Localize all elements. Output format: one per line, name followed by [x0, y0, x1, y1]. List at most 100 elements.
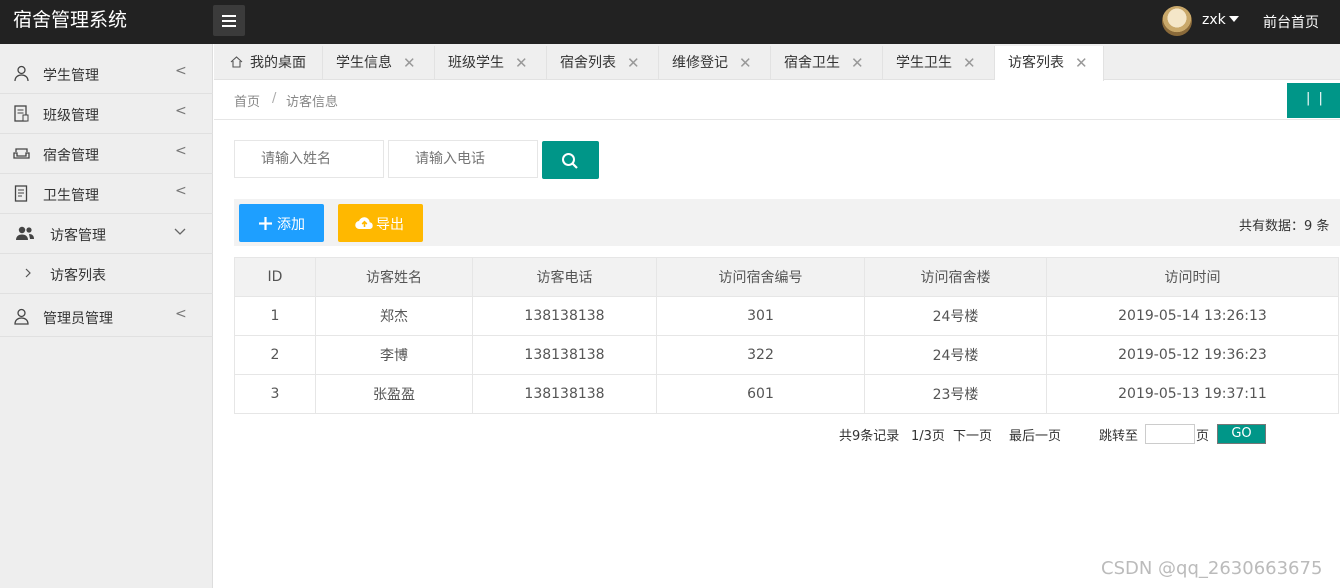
- chevron-left-icon: <: [175, 143, 187, 159]
- tab-label: 访客列表: [1008, 55, 1064, 71]
- column-header: ID: [234, 257, 316, 297]
- pager-page-unit: 页: [1196, 429, 1210, 444]
- visitor-table: ID 访客姓名 访客电话 访问宿舍编号 访问宿舍楼 访问时间 1 郑杰 1381…: [234, 257, 1339, 414]
- column-header: 访问宿舍楼: [864, 257, 1047, 297]
- table-cell: 2019-05-14 13:26:13: [1046, 296, 1339, 336]
- users-icon: [16, 226, 34, 240]
- table-row[interactable]: 3 张盈盈 138138138 601 23号楼 2019-05-13 19:3…: [234, 374, 1339, 414]
- search-button[interactable]: [542, 141, 599, 179]
- tab-label: 宿舍卫生: [784, 55, 840, 71]
- sidebar-item-hygiene[interactable]: 卫生管理 <: [0, 174, 213, 214]
- close-icon[interactable]: ✕: [739, 46, 752, 80]
- sidebar-item-dorm[interactable]: 宿舍管理 <: [0, 134, 213, 174]
- hamburger-icon: [222, 15, 236, 17]
- table-cell: 601: [656, 374, 865, 414]
- avatar[interactable]: [1162, 6, 1192, 36]
- table-row[interactable]: 1 郑杰 138138138 301 24号楼 2019-05-14 13:26…: [234, 296, 1339, 336]
- document-icon: [14, 105, 29, 122]
- sidebar-item-student[interactable]: 学生管理 <: [0, 54, 213, 94]
- tab-label: 班级学生: [448, 55, 504, 71]
- close-icon[interactable]: ✕: [515, 46, 528, 80]
- export-button[interactable]: 导出: [338, 204, 423, 242]
- tab-class-students[interactable]: 班级学生 ✕: [435, 46, 547, 80]
- sidebar-item-label: 学生管理: [43, 68, 99, 84]
- sidebar-item-class[interactable]: 班级管理 <: [0, 94, 213, 134]
- chevron-left-icon: <: [175, 183, 187, 199]
- table-cell: 2: [234, 335, 316, 375]
- column-header: 访问宿舍编号: [656, 257, 865, 297]
- tab-label: 学生信息: [336, 55, 392, 71]
- close-icon[interactable]: ✕: [403, 46, 416, 80]
- table-cell: 3: [234, 374, 316, 414]
- sidebar-subitem-label: 访客列表: [50, 268, 106, 284]
- user-admin-icon: [14, 308, 29, 325]
- column-header: 访问时间: [1046, 257, 1339, 297]
- close-icon[interactable]: ✕: [963, 46, 976, 80]
- tab-label: 宿舍列表: [560, 55, 616, 71]
- close-icon[interactable]: ✕: [1075, 46, 1088, 80]
- caret-down-icon[interactable]: [1229, 16, 1239, 22]
- chevron-down-icon: [174, 228, 186, 235]
- top-header: 宿舍管理系统 zxk 前台首页: [0, 0, 1340, 44]
- sidebar-item-label: 访客管理: [50, 228, 106, 244]
- add-button-label: 添加: [277, 217, 305, 233]
- page-jump-input[interactable]: [1145, 424, 1195, 444]
- tab-label: 我的桌面: [250, 55, 306, 71]
- pager-next-link[interactable]: 下一页: [953, 425, 992, 444]
- tab-repair[interactable]: 维修登记 ✕: [659, 46, 771, 80]
- table-cell: 138138138: [472, 374, 657, 414]
- home-icon: [230, 56, 243, 68]
- table-cell: 322: [656, 335, 865, 375]
- table-row[interactable]: 2 李博 138138138 322 24号楼 2019-05-12 19:36…: [234, 335, 1339, 375]
- export-button-label: 导出: [376, 217, 404, 233]
- tab-visitor-list[interactable]: 访客列表 ✕: [995, 46, 1104, 81]
- table-cell: 24号楼: [864, 335, 1047, 375]
- sidebar-subitem-visitor-list[interactable]: 访客列表: [0, 254, 213, 294]
- go-button[interactable]: GO: [1217, 424, 1266, 444]
- sidebar-item-label: 卫生管理: [43, 188, 99, 204]
- username[interactable]: zxk: [1202, 12, 1226, 28]
- chevron-right-icon: [25, 268, 31, 278]
- tab-dorm-hygiene[interactable]: 宿舍卫生 ✕: [771, 46, 883, 80]
- sofa-icon: [13, 148, 30, 159]
- table-cell: 24号楼: [864, 296, 1047, 336]
- watermark: CSDN @qq_2630663675: [1101, 558, 1323, 579]
- menu-toggle-button[interactable]: [213, 5, 245, 36]
- sidebar-item-visitor[interactable]: 访客管理: [0, 214, 213, 254]
- tab-desktop[interactable]: 我的桌面: [214, 46, 323, 80]
- table-cell: 138138138: [472, 335, 657, 375]
- table-header-row: ID 访客姓名 访客电话 访问宿舍编号 访问宿舍楼 访问时间: [234, 257, 1339, 297]
- breadcrumb-separator: /: [272, 91, 277, 106]
- pager-jump-label: 跳转至: [1099, 429, 1139, 444]
- close-icon[interactable]: ✕: [627, 46, 640, 80]
- phone-search-input[interactable]: [388, 140, 538, 178]
- table-cell: 郑杰: [315, 296, 473, 336]
- breadcrumb-home[interactable]: 首页: [234, 91, 260, 110]
- close-icon[interactable]: ✕: [851, 46, 864, 80]
- user-icon: [14, 65, 29, 82]
- pager-pages: 1/3页: [911, 429, 945, 444]
- add-button[interactable]: 添加: [239, 204, 324, 242]
- sidebar-item-admin[interactable]: 管理员管理 <: [0, 297, 213, 337]
- table-cell: 301: [656, 296, 865, 336]
- refresh-label: | |: [1306, 91, 1325, 106]
- chevron-left-icon: <: [175, 63, 187, 79]
- sidebar-item-label: 班级管理: [43, 108, 99, 124]
- search-icon: [562, 153, 578, 169]
- tab-student-info[interactable]: 学生信息 ✕: [323, 46, 435, 80]
- frontpage-link[interactable]: 前台首页: [1263, 12, 1319, 32]
- tab-label: 维修登记: [672, 55, 728, 71]
- breadcrumb: 首页 / 访客信息: [214, 80, 1340, 120]
- refresh-button[interactable]: | |: [1287, 83, 1340, 118]
- chevron-left-icon: <: [175, 306, 187, 322]
- tab-dorm-list[interactable]: 宿舍列表 ✕: [547, 46, 659, 80]
- table-cell: 张盈盈: [315, 374, 473, 414]
- cloud-upload-icon: [355, 217, 373, 230]
- app-title: 宿舍管理系统: [13, 9, 128, 31]
- pager-records: 共9条记录: [839, 429, 900, 444]
- chevron-left-icon: <: [175, 103, 187, 119]
- pager-last-link[interactable]: 最后一页: [1009, 425, 1061, 444]
- name-search-input[interactable]: [234, 140, 384, 178]
- table-cell: 2019-05-12 19:36:23: [1046, 335, 1339, 375]
- tab-student-hygiene[interactable]: 学生卫生 ✕: [883, 46, 995, 80]
